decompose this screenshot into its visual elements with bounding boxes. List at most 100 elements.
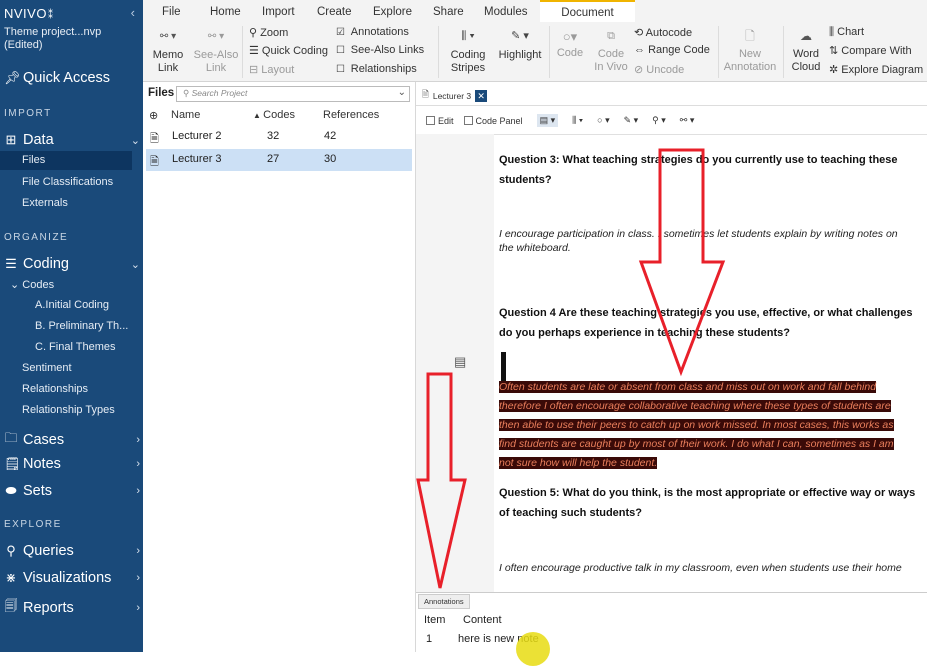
document-tab-title: Lecturer 3 xyxy=(432,91,472,101)
range-code-button[interactable]: ⇔ Range Code xyxy=(634,44,710,56)
question-3-line-2: students? xyxy=(499,174,552,186)
chevron-down-icon: ⌄ xyxy=(130,258,140,271)
document-tab[interactable]: 🗎︎ Lecturer 3 ✕ xyxy=(422,88,488,104)
tab-create[interactable]: Create xyxy=(317,6,352,18)
annotations-toggle[interactable]: ☑ Annotations xyxy=(336,26,409,38)
highlighted-passage[interactable]: Often students are late or absent from c… xyxy=(499,378,894,473)
link-icon[interactable]: ⚯ ▾ xyxy=(680,115,695,126)
answer-3-line-2: the whiteboard. xyxy=(499,242,571,254)
tab-file[interactable]: File xyxy=(162,6,181,18)
see-also-links-toggle[interactable]: ☐ See-Also Links xyxy=(336,44,424,56)
document-icon: 🗎︎ xyxy=(150,133,159,145)
layout-button[interactable]: ⊟ Layout xyxy=(249,63,294,76)
file-name: Lecturer 3 xyxy=(172,153,222,165)
code-circle-icon[interactable]: ○ ▾ xyxy=(597,115,609,126)
code-button[interactable]: ○▾ Code xyxy=(555,30,585,60)
nav-code-b[interactable]: B. Preliminary Th... xyxy=(35,320,128,332)
highlighted-line: then able to use their peers to catch up… xyxy=(499,419,894,431)
pen-icon[interactable]: ✎ ▾ xyxy=(624,115,639,126)
file-row[interactable]: 🗎︎ Lecturer 2 32 42 xyxy=(146,126,412,148)
project-edit-state: (Edited) xyxy=(4,39,43,51)
nav-files[interactable]: Files xyxy=(22,154,45,166)
memo-link-button[interactable]: ⚯ ▾ Memo Link xyxy=(150,30,186,75)
search-input[interactable]: ⚲ Search Project ⌄ xyxy=(176,86,410,102)
column-item[interactable]: Item xyxy=(424,614,445,626)
file-row-selected[interactable]: 🗎︎ Lecturer 3 27 30 xyxy=(146,149,412,171)
annotation-tool-icon[interactable]: ▤ ▾ xyxy=(536,114,559,127)
nav-codes[interactable]: ⌄ Codes xyxy=(10,278,54,291)
nav-relationship-types[interactable]: Relationship Types xyxy=(22,404,115,416)
zoom-button[interactable]: ⚲ Zoom xyxy=(249,26,288,39)
nav-file-classifications[interactable]: File Classifications xyxy=(22,176,113,188)
new-annotation-label-2: Annotation xyxy=(723,61,777,73)
nav-coding[interactable]: ☰ Coding ⌄ xyxy=(4,256,140,272)
nav-cases-label: Cases xyxy=(23,432,65,448)
compare-with-label: Compare With xyxy=(841,45,912,57)
code-panel-toggle[interactable]: Code Panel xyxy=(463,115,523,126)
highlighted-line: not sure how will help the student. xyxy=(499,457,658,469)
see-also-link-button[interactable]: ⚯ ▾ See-Also Link xyxy=(191,30,241,75)
column-name[interactable]: Name xyxy=(171,109,200,121)
explore-diagram-label: Explore Diagram xyxy=(841,64,924,76)
edit-toggle[interactable]: Edit xyxy=(426,115,454,126)
highlighted-line: Often students are late or absent from c… xyxy=(499,381,877,393)
zoom-icon[interactable]: ⚲ ▾ xyxy=(652,115,666,126)
nav-reports[interactable]: 🗐︎ Reports › xyxy=(4,597,141,619)
chevron-down-icon[interactable]: ⌄ xyxy=(398,87,406,98)
nav-queries[interactable]: ⚲ Queries › xyxy=(4,543,140,559)
quick-coding-button[interactable]: ☰ Quick Coding xyxy=(249,44,328,57)
divider xyxy=(783,26,784,78)
nav-notes[interactable]: 🗒︎ Notes › xyxy=(4,456,140,472)
word-cloud-button[interactable]: ☁ Word Cloud xyxy=(789,30,823,74)
answer-5: I often encourage productive talk in my … xyxy=(499,561,927,575)
notes-icon: 🗒︎ xyxy=(4,456,21,471)
layout-label: Layout xyxy=(261,64,295,76)
uncode-button[interactable]: ⊘ Uncode xyxy=(634,63,684,76)
code-in-vivo-button[interactable]: ⧉ Code In Vivo xyxy=(591,30,631,74)
nav-sets[interactable]: ⬬ Sets › xyxy=(4,483,140,499)
column-references[interactable]: References xyxy=(323,109,379,121)
add-item-icon[interactable]: ⊕ xyxy=(149,109,158,122)
coding-stripes-button[interactable]: ⫼ ▾ Coding Stripes xyxy=(446,30,490,75)
relationships-toggle[interactable]: ☐ Relationships xyxy=(336,63,417,75)
column-codes[interactable]: ▲ Codes xyxy=(253,109,295,121)
nav-code-a[interactable]: A.Initial Coding xyxy=(35,299,109,311)
cloud-icon: ☁ xyxy=(800,29,812,43)
autocode-button[interactable]: ⟲ Autocode xyxy=(634,26,692,39)
link-icon: ⚯ ▾ xyxy=(207,31,225,42)
tab-home[interactable]: Home xyxy=(210,6,241,18)
compare-with-button[interactable]: ⇅ Compare With xyxy=(829,44,912,57)
quick-access-item[interactable]: 📌︎ Quick Access xyxy=(4,70,140,86)
nav-code-c[interactable]: C. Final Themes xyxy=(35,341,116,353)
nav-relationships[interactable]: Relationships xyxy=(22,383,88,395)
nav-externals[interactable]: Externals xyxy=(22,197,68,209)
tab-modules[interactable]: Modules xyxy=(484,6,527,18)
tab-document[interactable]: Document xyxy=(540,0,635,22)
nav-visualizations[interactable]: ⋇ Visualizations › xyxy=(4,570,140,586)
new-annotation-icon: 🗋︎ xyxy=(745,29,755,43)
question-3: Question 3: What teaching strategies do … xyxy=(499,150,927,190)
explore-diagram-button[interactable]: ✲ Explore Diagram xyxy=(829,63,923,76)
nav-data[interactable]: ⊞ Data ⌄ xyxy=(4,132,140,148)
tab-explore[interactable]: Explore xyxy=(373,6,412,18)
annotations-tab[interactable]: Annotations xyxy=(418,594,470,609)
new-annotation-button[interactable]: 🗋︎ New Annotation xyxy=(721,30,779,74)
autocode-icon: ⟲ xyxy=(634,27,646,39)
project-file-name: Theme project...nvp xyxy=(4,26,102,38)
nav-cases[interactable]: 🗀︎ Cases › xyxy=(4,429,140,451)
divider xyxy=(416,105,927,106)
nav-sentiment[interactable]: Sentiment xyxy=(22,362,72,374)
column-content[interactable]: Content xyxy=(463,614,502,626)
coding-stripes-icon[interactable]: ⫼ ▾ xyxy=(572,115,583,126)
tab-import[interactable]: Import xyxy=(262,6,295,18)
sets-icon: ⬬ xyxy=(5,483,17,498)
chart-button[interactable]: ⫼ Chart xyxy=(829,26,864,39)
collapse-sidebar-icon[interactable]: ‹ xyxy=(131,5,135,20)
mouse-cursor-highlight xyxy=(516,632,550,666)
tab-share[interactable]: Share xyxy=(433,6,464,18)
link-icon: ⚯ ▾ xyxy=(159,31,177,42)
close-icon[interactable]: ✕ xyxy=(475,90,488,102)
annotation-note-icon[interactable]: ▤ xyxy=(454,354,466,370)
highlight-button[interactable]: ✎ ▾ Highlight xyxy=(495,30,545,62)
file-references: 42 xyxy=(324,130,337,142)
